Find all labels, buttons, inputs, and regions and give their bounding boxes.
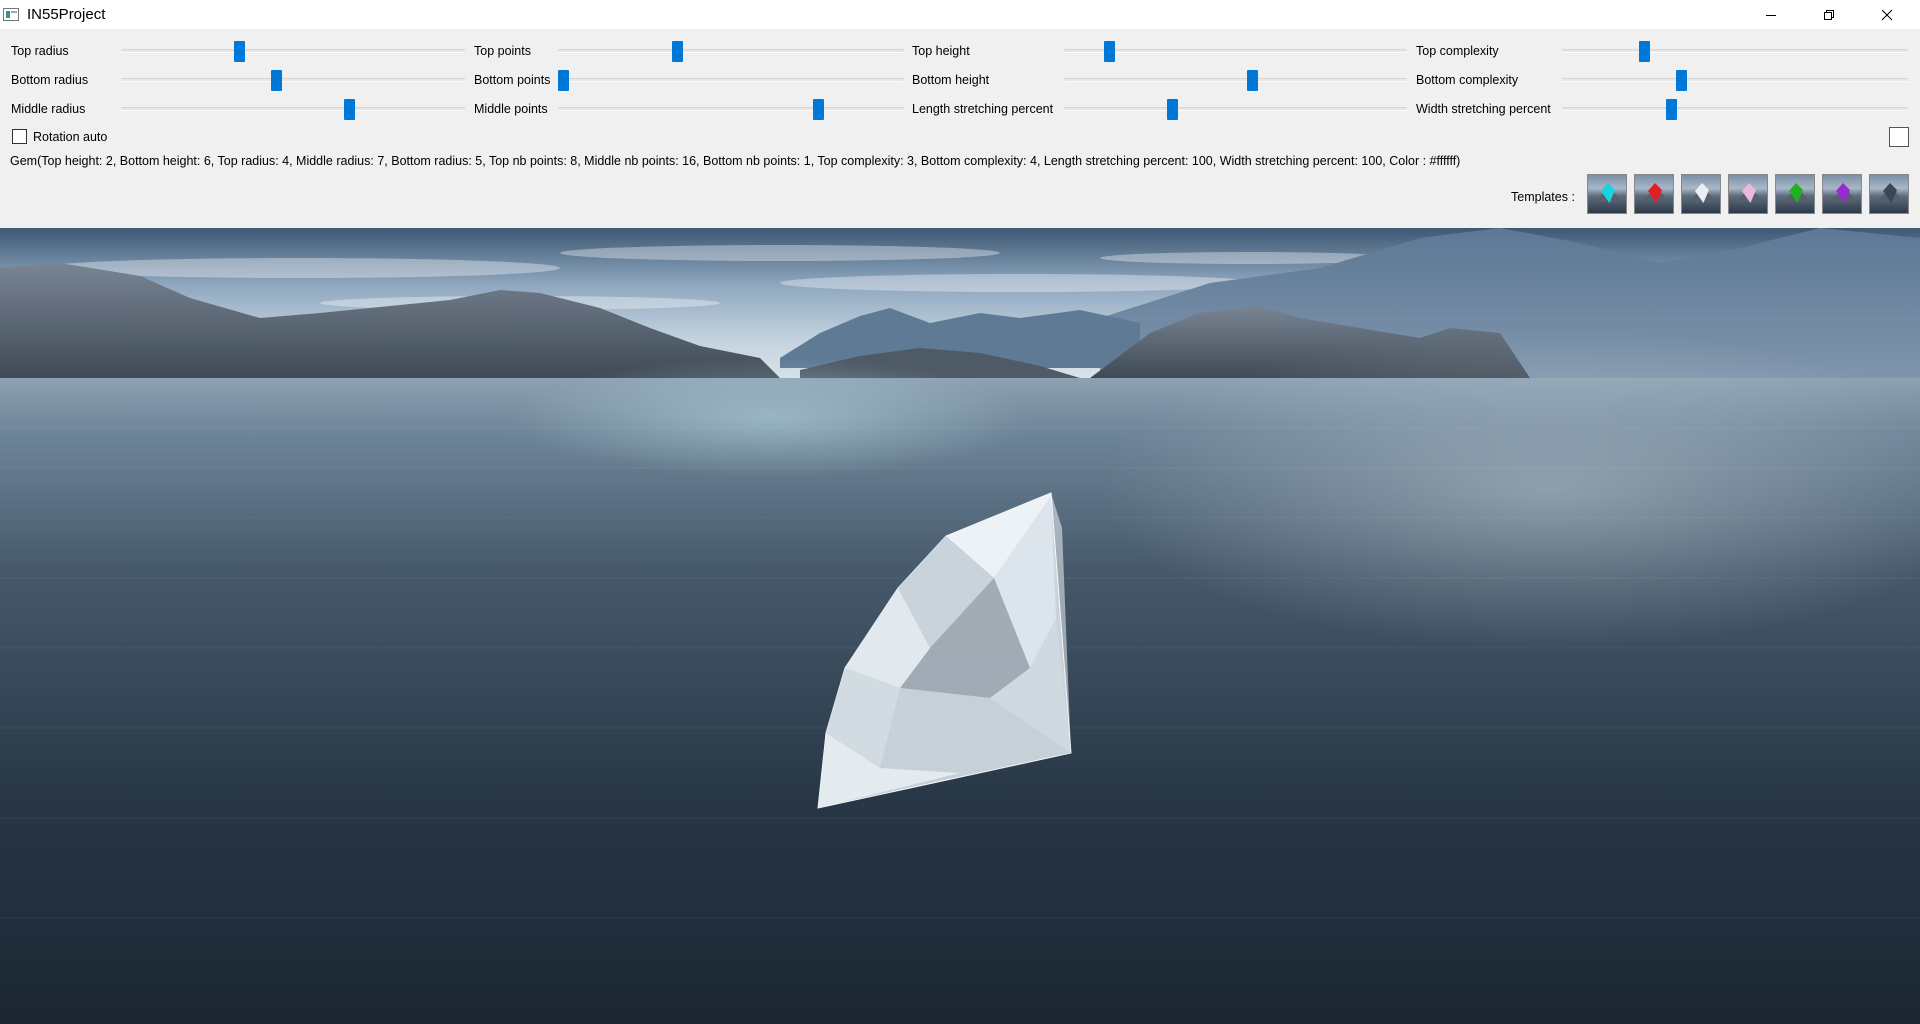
- title-bar: IN55Project: [0, 0, 1920, 29]
- slider-handle[interactable]: [271, 70, 282, 91]
- middle-points-slider[interactable]: [558, 99, 904, 120]
- 3d-viewport[interactable]: [0, 228, 1920, 1024]
- close-icon: [1881, 9, 1893, 20]
- slider-handle[interactable]: [344, 99, 355, 120]
- scene-render: [0, 228, 1920, 1024]
- bottom-height-label: Bottom height: [912, 73, 990, 87]
- templates-label: Templates :: [1511, 190, 1575, 204]
- restore-icon: [1824, 9, 1834, 20]
- top-complexity-label: Top complexity: [1416, 44, 1499, 58]
- top-height-label: Top height: [912, 44, 970, 58]
- length-stretching-slider[interactable]: [1064, 99, 1407, 120]
- gem-thumbnail-icon: [1601, 183, 1615, 203]
- width-stretching-label: Width stretching percent: [1416, 102, 1551, 116]
- bottom-complexity-slider[interactable]: [1562, 70, 1908, 91]
- top-points-label: Top points: [474, 44, 531, 58]
- slider-handle[interactable]: [1639, 41, 1650, 62]
- slider-handle[interactable]: [813, 99, 824, 120]
- gem-thumbnail-icon: [1883, 183, 1897, 203]
- slider-handle[interactable]: [1676, 70, 1687, 91]
- middle-radius-label: Middle radius: [11, 102, 86, 116]
- template-purple-gem[interactable]: [1822, 174, 1862, 214]
- top-complexity-slider[interactable]: [1562, 41, 1908, 62]
- template-cyan-gem[interactable]: [1587, 174, 1627, 214]
- slider-handle[interactable]: [672, 41, 683, 62]
- top-radius-slider[interactable]: [121, 41, 465, 62]
- length-stretching-label: Length stretching percent: [912, 102, 1054, 116]
- bottom-radius-slider[interactable]: [121, 70, 465, 91]
- window-title: IN55Project: [27, 6, 106, 23]
- template-pink-gem[interactable]: [1728, 174, 1768, 214]
- gem-info-text: Gem(Top height: 2, Bottom height: 6, Top…: [10, 154, 1461, 168]
- bottom-complexity-label: Bottom complexity: [1416, 73, 1519, 87]
- slider-handle[interactable]: [234, 41, 245, 62]
- slider-handle[interactable]: [1247, 70, 1258, 91]
- slider-handle[interactable]: [558, 70, 569, 91]
- app-icon: [3, 8, 19, 21]
- width-stretching-slider[interactable]: [1562, 99, 1908, 120]
- minimize-button[interactable]: [1742, 0, 1800, 29]
- rotation-auto-label: Rotation auto: [33, 130, 108, 144]
- gem-thumbnail-icon: [1695, 183, 1709, 203]
- restore-button[interactable]: [1800, 0, 1858, 29]
- middle-points-label: Middle points: [474, 102, 548, 116]
- template-red-gem[interactable]: [1634, 174, 1674, 214]
- bottom-points-slider[interactable]: [558, 70, 904, 91]
- minimize-icon: [1766, 14, 1776, 16]
- gem-thumbnail-icon: [1742, 183, 1756, 203]
- middle-radius-slider[interactable]: [121, 99, 465, 120]
- top-height-slider[interactable]: [1064, 41, 1407, 62]
- template-green-gem[interactable]: [1775, 174, 1815, 214]
- slider-handle[interactable]: [1167, 99, 1178, 120]
- bottom-radius-label: Bottom radius: [11, 73, 89, 87]
- top-points-slider[interactable]: [558, 41, 904, 62]
- color-picker-button[interactable]: [1889, 127, 1909, 147]
- gem-thumbnail-icon: [1648, 183, 1662, 203]
- close-button[interactable]: [1858, 0, 1916, 29]
- template-white-gem[interactable]: [1681, 174, 1721, 214]
- slider-handle[interactable]: [1666, 99, 1677, 120]
- gem-thumbnail-icon: [1789, 183, 1803, 203]
- template-dark-gem[interactable]: [1869, 174, 1909, 214]
- bottom-height-slider[interactable]: [1064, 70, 1407, 91]
- bottom-points-label: Bottom points: [474, 73, 551, 87]
- control-panel: Top radius Top points Top height Top com…: [0, 29, 1920, 228]
- top-radius-label: Top radius: [11, 44, 69, 58]
- slider-handle[interactable]: [1104, 41, 1115, 62]
- gem-thumbnail-icon: [1836, 183, 1850, 203]
- rotation-auto-checkbox[interactable]: [12, 129, 27, 144]
